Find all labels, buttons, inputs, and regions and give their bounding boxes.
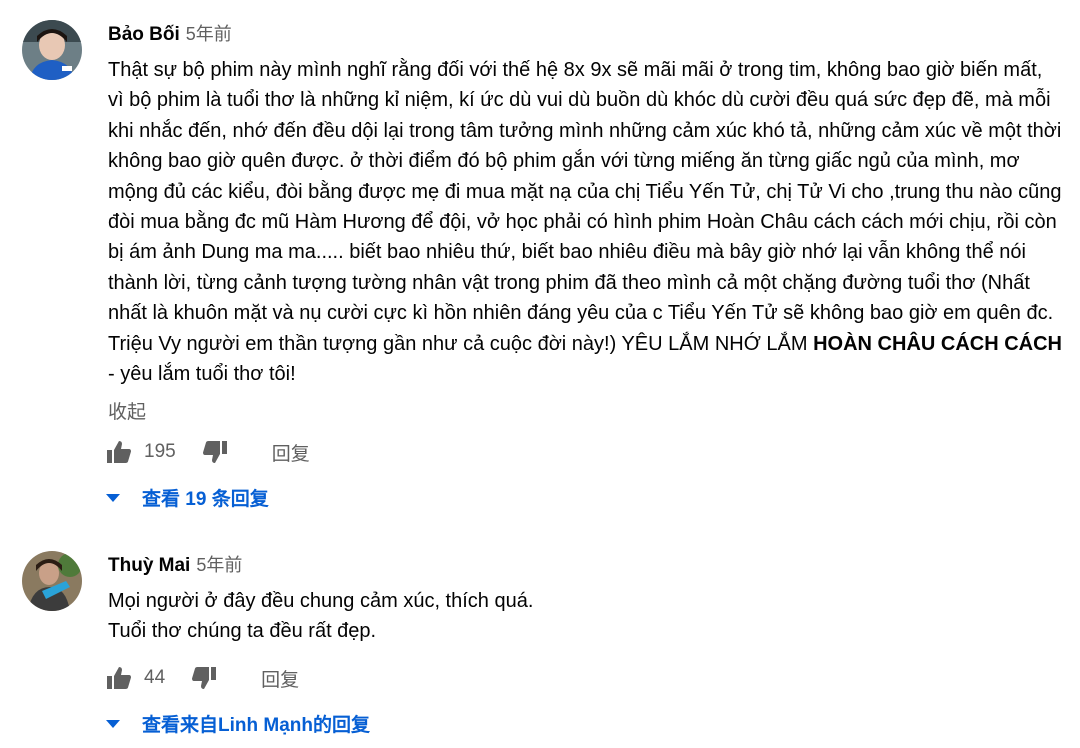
like-count: 44: [144, 667, 166, 688]
comment-thread-1: Bảo Bối 5年前 Thật sự bộ phim này mình nghĩ…: [0, 0, 1080, 540]
reply-button[interactable]: 回复: [272, 439, 310, 466]
author-name[interactable]: Bảo Bối: [108, 24, 180, 45]
thumbs-up-icon[interactable]: [106, 666, 132, 690]
comment-time[interactable]: 5年前: [186, 24, 232, 44]
thumbs-down-icon[interactable]: [191, 666, 217, 690]
view-replies-label: 查看 19 条回复: [142, 489, 269, 510]
comment-time[interactable]: 5年前: [196, 555, 242, 575]
reply-button[interactable]: 回复: [261, 665, 299, 692]
view-replies-label: 查看来自Linh Mạnh的回复: [142, 715, 370, 736]
avatar-image: [22, 551, 82, 611]
collapse-button[interactable]: 收起: [108, 397, 146, 424]
comment-text: Mọi người ở đây đều chung cảm xúc, thích…: [108, 586, 1063, 647]
comment-actions: 44 回复: [106, 663, 299, 693]
avatar[interactable]: [22, 551, 82, 611]
comment-text-main: Thật sự bộ phim này mình nghĩ rằng đối v…: [108, 59, 1062, 355]
comment-line: Tuổi thơ chúng ta đều rất đẹp.: [108, 620, 377, 643]
like-count: 195: [144, 441, 176, 462]
comment-actions: 195 回复: [106, 437, 310, 467]
avatar[interactable]: [22, 20, 82, 80]
comment-text-end: - yêu lắm tuổi thơ tôi!: [108, 363, 296, 386]
avatar-image: [22, 20, 82, 80]
comment-thread-2: Thuỳ Mai 5年前 Mọi người ở đây đều chung cả…: [0, 540, 1080, 748]
author-name[interactable]: Thuỳ Mai: [108, 555, 190, 576]
caret-down-icon: [106, 493, 120, 502]
thumbs-up-icon[interactable]: [106, 440, 132, 464]
thumbs-down-icon[interactable]: [202, 440, 228, 464]
caret-down-icon: [106, 719, 120, 728]
view-replies-button[interactable]: 查看 19 条回复: [106, 484, 269, 511]
view-replies-button[interactable]: 查看来自Linh Mạnh的回复: [106, 710, 370, 737]
comment-line: Mọi người ở đây đều chung cảm xúc, thích…: [108, 590, 534, 612]
comment-text-bold: HOÀN CHÂU CÁCH CÁCH: [813, 332, 1062, 355]
comment-text: Thật sự bộ phim này mình nghĩ rằng đối v…: [108, 55, 1063, 389]
comment-header: Bảo Bối 5年前: [108, 22, 232, 47]
comment-header: Thuỳ Mai 5年前: [108, 553, 242, 578]
